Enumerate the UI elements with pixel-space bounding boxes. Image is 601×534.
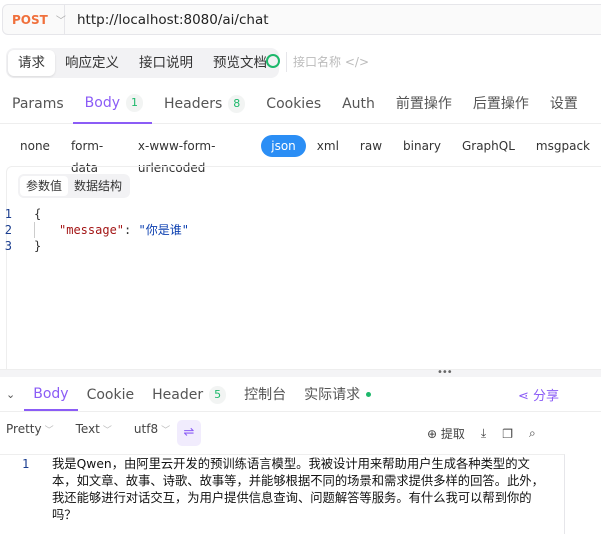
chevron-down-icon: ﹀ — [44, 426, 54, 436]
tab-label: 前置操作 — [395, 95, 452, 112]
tab-label: Body — [84, 94, 121, 111]
type-value: Text — [75, 422, 100, 436]
param-tabs: Params Body 1 Headers 8 Cookies Auth 前置操作 … — [0, 84, 601, 124]
response-tabs: ⌄ Body Cookie Header 5 控制台 实际请求 — [0, 378, 601, 412]
tab-label: Header — [152, 386, 204, 403]
format-select[interactable]: Pretty ﹀ — [6, 422, 54, 436]
tab-post-actions[interactable]: 后置操作 — [461, 84, 538, 124]
code-brace: { — [34, 207, 42, 221]
body-type-msgpack[interactable]: msgpack — [526, 135, 600, 157]
tab-settings[interactable]: 设置 — [538, 84, 587, 124]
count-badge: 8 — [228, 94, 246, 113]
tab-body[interactable]: Body 1 — [72, 84, 153, 124]
tab-response-body[interactable]: Body — [24, 378, 78, 411]
share-icon: ⋖ — [518, 389, 529, 404]
tab-cookies[interactable]: Cookies — [254, 84, 330, 124]
tab-response-header[interactable]: Header 5 — [143, 378, 235, 411]
status-dot — [366, 392, 372, 397]
upload-circle-icon: ⊕ — [427, 427, 438, 441]
body-type-graphql[interactable]: GraphQL — [452, 135, 525, 157]
body-type-selector: none form-data x-www-form-urlencoded jso… — [10, 135, 601, 175]
encoding-select[interactable]: utf8 ﹀ — [134, 422, 170, 436]
code-brace: } — [34, 239, 42, 253]
json-key: "message" — [59, 223, 125, 237]
line-number: 1 — [22, 457, 30, 471]
tab-data-structure[interactable]: 数据结构 — [68, 176, 128, 196]
tab-label: Body — [33, 385, 69, 402]
encoding-value: utf8 — [133, 422, 159, 436]
extract-label: 提取 — [440, 427, 465, 441]
copy-icon[interactable]: ❐ — [502, 427, 513, 441]
line-number: 3 — [4, 239, 12, 253]
method-label: POST — [12, 12, 48, 27]
word-wrap-icon[interactable]: ⇌ — [177, 420, 201, 446]
line-number: 2 — [4, 223, 12, 237]
tab-api-description[interactable]: 接口说明 — [129, 50, 203, 76]
tab-label: 设置 — [549, 95, 578, 112]
search-icon[interactable]: ⌕ — [529, 426, 536, 441]
url-input[interactable]: http://localhost:8080/ai/chat — [65, 12, 269, 28]
response-actions: ⊕ 提取 ⤓ ❐ ⌕ — [427, 425, 536, 442]
tab-params[interactable]: Params — [0, 84, 73, 124]
body-type-xml[interactable]: xml — [307, 135, 349, 157]
tab-label: 后置操作 — [472, 95, 529, 112]
resize-divider[interactable] — [0, 369, 601, 377]
chevron-down-icon: ﹀ — [102, 426, 112, 436]
tab-label: Params — [12, 95, 64, 112]
json-value: "你是谁" — [138, 223, 189, 237]
response-text: 我是Qwen，由阿里云开发的预训练语言模型。我被设计用来帮助用户生成各种类型的文… — [52, 457, 544, 522]
api-name-input[interactable]: 接口名称 </> — [286, 52, 369, 72]
tab-response-cookie[interactable]: Cookie — [78, 378, 144, 411]
tab-label: 控制台 — [244, 386, 287, 403]
body-type-binary[interactable]: binary — [393, 135, 451, 157]
line-number: 1 — [4, 207, 12, 221]
top-tabs: 请求 响应定义 接口说明 预览文档 — [6, 48, 279, 78]
download-icon[interactable]: ⤓ — [481, 426, 486, 441]
tab-label: Headers — [164, 95, 223, 112]
tab-request[interactable]: 请求 — [8, 50, 55, 76]
url-bar: POST ﹀ http://localhost:8080/ai/chat — [2, 4, 601, 35]
share-label: 分享 — [533, 389, 560, 404]
tab-console[interactable]: 控制台 — [235, 378, 295, 411]
api-name-placeholder: 接口名称 — [293, 55, 342, 69]
globe-icon[interactable] — [266, 54, 280, 68]
tab-label: Cookie — [86, 386, 135, 403]
count-badge: 1 — [126, 93, 144, 112]
tab-label: Cookies — [266, 95, 322, 112]
body-type-urlencoded[interactable]: x-www-form-urlencoded — [128, 135, 260, 175]
format-value: Pretty — [6, 422, 42, 436]
collapse-chevron-icon[interactable]: ⌄ — [0, 378, 24, 411]
tab-label: Auth — [342, 95, 375, 112]
json-editor[interactable]: 1 { 2 "message": "你是谁" 3} — [0, 206, 189, 254]
tab-auth[interactable]: Auth — [330, 84, 384, 124]
tab-param-values[interactable]: 参数值 — [20, 176, 69, 196]
body-type-raw[interactable]: raw — [350, 135, 392, 157]
tab-actual-request[interactable]: 实际请求 — [295, 378, 380, 411]
drag-handle-icon[interactable]: ••• — [437, 367, 453, 378]
json-colon: : — [124, 223, 139, 237]
chevron-down-icon: ﹀ — [161, 426, 171, 436]
code-icon[interactable]: </> — [345, 55, 369, 69]
tab-response-definition[interactable]: 响应定义 — [55, 50, 129, 76]
response-toolbar: Pretty ﹀ Text ﹀ utf8 ﹀ — [6, 422, 170, 436]
body-type-form-data[interactable]: form-data — [61, 135, 127, 175]
share-button[interactable]: ⋖ 分享 — [518, 385, 559, 404]
tab-pre-actions[interactable]: 前置操作 — [384, 84, 461, 124]
body-type-none[interactable]: none — [10, 135, 60, 157]
response-body[interactable]: 1 我是Qwen，由阿里云开发的预训练语言模型。我被设计用来帮助用户生成各种类型… — [0, 454, 565, 534]
method-select[interactable]: POST ﹀ — [3, 5, 66, 34]
body-type-json[interactable]: json — [261, 135, 306, 157]
type-select[interactable]: Text ﹀ — [76, 422, 112, 436]
extract-button[interactable]: ⊕ 提取 — [427, 425, 465, 442]
tab-headers[interactable]: Headers 8 — [152, 84, 254, 124]
view-toggle: 参数值 数据结构 — [18, 174, 131, 198]
count-badge: 5 — [209, 385, 227, 404]
tab-label: 实际请求 — [304, 386, 361, 403]
